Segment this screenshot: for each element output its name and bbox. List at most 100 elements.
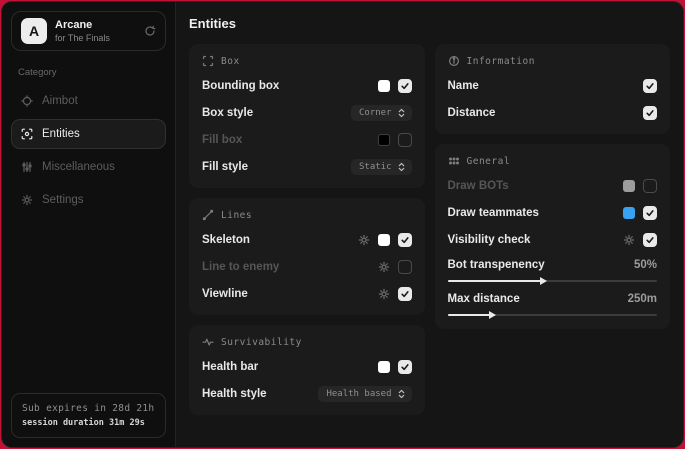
setting-label: Draw teammates xyxy=(448,207,539,219)
setting-row: Health bar xyxy=(202,359,412,375)
color-swatch[interactable] xyxy=(378,361,390,373)
sidebar-header: A Arcane for The Finals xyxy=(11,11,166,51)
sidebar-nav: Aimbot Entities Miscellaneous Settings xyxy=(11,86,166,215)
checkbox[interactable] xyxy=(398,360,412,374)
setting-row: Health style Health based xyxy=(202,386,412,402)
gear-icon xyxy=(21,194,33,206)
setting-label: Health style xyxy=(202,388,267,400)
category-label: Category xyxy=(18,67,166,78)
sidebar-item-entities[interactable]: Entities xyxy=(11,119,166,149)
session-duration-text: session duration 31m 29s xyxy=(22,418,155,428)
gear-icon[interactable] xyxy=(358,234,370,246)
checkbox[interactable] xyxy=(398,133,412,147)
panel-title: Lines xyxy=(221,210,252,221)
setting-label: Max distance xyxy=(448,293,520,305)
setting-row: Fill box xyxy=(202,132,412,148)
sidebar-item-label: Settings xyxy=(42,194,84,206)
setting-controls xyxy=(623,206,657,220)
panel-header: Information xyxy=(448,55,658,67)
setting-row: Visibility check xyxy=(448,232,658,248)
sidebar-item-settings[interactable]: Settings xyxy=(11,185,166,215)
info-icon xyxy=(448,55,460,67)
color-swatch[interactable] xyxy=(623,180,635,192)
box-icon xyxy=(202,55,214,67)
setting-row: Line to enemy xyxy=(202,259,412,275)
setting-controls xyxy=(378,360,412,374)
app-logo: A xyxy=(21,18,47,44)
setting-row: Box styleCorner xyxy=(202,105,412,121)
panel-lines: LinesSkeletonLine to enemyViewline xyxy=(189,198,425,315)
gear-icon[interactable] xyxy=(623,234,635,246)
setting-row: Distance xyxy=(448,105,658,121)
setting-controls xyxy=(643,79,657,93)
setting-controls: Health based xyxy=(318,386,411,402)
app-meta: Arcane for The Finals xyxy=(55,19,110,43)
slider[interactable] xyxy=(448,280,658,282)
setting-label: Line to enemy xyxy=(202,261,279,273)
checkbox[interactable] xyxy=(643,179,657,193)
panel-header: Survivability xyxy=(202,336,412,348)
gear-icon[interactable] xyxy=(378,261,390,273)
setting-label: Name xyxy=(448,80,479,92)
slider-value: 250m xyxy=(628,293,657,305)
panel-information: Information Name Distance xyxy=(435,44,671,134)
setting-row: Name xyxy=(448,78,658,94)
app-window: A Arcane for The Finals Category Aimbot E… xyxy=(1,1,684,448)
gear-icon[interactable] xyxy=(378,288,390,300)
checkbox[interactable] xyxy=(643,106,657,120)
setting-controls xyxy=(378,260,412,274)
checkbox[interactable] xyxy=(398,287,412,301)
slider-setting: Bot transpenency50% xyxy=(448,259,658,282)
color-swatch[interactable] xyxy=(378,80,390,92)
panel-header: Box xyxy=(202,55,412,67)
unfold-icon xyxy=(397,162,406,172)
panel-title: Information xyxy=(467,56,535,67)
setting-controls xyxy=(378,133,412,147)
unfold-icon xyxy=(397,389,406,399)
setting-label: Health bar xyxy=(202,361,258,373)
setting-label: Fill box xyxy=(202,134,242,146)
slider-setting: Max distance 250m xyxy=(448,293,658,316)
app-title: Arcane xyxy=(55,19,110,31)
dropdown-value: Corner xyxy=(359,108,392,118)
checkbox[interactable] xyxy=(398,79,412,93)
setting-label: Bounding box xyxy=(202,80,279,92)
setting-row: Fill styleStatic xyxy=(202,159,412,175)
setting-label: Viewline xyxy=(202,288,248,300)
slider-thumb[interactable] xyxy=(540,277,547,285)
setting-controls: Corner xyxy=(351,105,412,121)
setting-label: Draw BOTs xyxy=(448,180,509,192)
sidebar-item-aimbot[interactable]: Aimbot xyxy=(11,86,166,116)
sidebar-item-miscellaneous[interactable]: Miscellaneous xyxy=(11,152,166,182)
unfold-icon xyxy=(397,108,406,118)
setting-row: Viewline xyxy=(202,286,412,302)
panel-general: General Draw BOTs Draw teammates Visibility… xyxy=(435,144,671,329)
slider-thumb[interactable] xyxy=(489,311,496,319)
setting-label: Visibility check xyxy=(448,234,531,246)
color-swatch[interactable] xyxy=(378,134,390,146)
dropdown[interactable]: Health based xyxy=(318,386,411,402)
setting-controls xyxy=(378,79,412,93)
dropdown-value: Static xyxy=(359,162,392,172)
checkbox[interactable] xyxy=(398,233,412,247)
checkbox[interactable] xyxy=(643,206,657,220)
sidebar-item-label: Entities xyxy=(42,128,80,140)
panel-title: General xyxy=(467,156,511,167)
sliders-icon xyxy=(21,161,33,173)
panel-title: Survivability xyxy=(221,337,302,348)
dropdown[interactable]: Corner xyxy=(351,105,412,121)
page-title: Entities xyxy=(189,16,670,31)
setting-row: Draw BOTs xyxy=(448,178,658,194)
setting-controls xyxy=(643,106,657,120)
panel-header: Lines xyxy=(202,209,412,221)
dropdown[interactable]: Static xyxy=(351,159,412,175)
color-swatch[interactable] xyxy=(378,234,390,246)
setting-row: Draw teammates xyxy=(448,205,658,221)
slider[interactable] xyxy=(448,314,658,316)
checkbox[interactable] xyxy=(643,233,657,247)
checkbox[interactable] xyxy=(643,79,657,93)
refresh-icon[interactable] xyxy=(144,25,156,37)
checkbox[interactable] xyxy=(398,260,412,274)
color-swatch[interactable] xyxy=(623,207,635,219)
left-column: Box Bounding box Box styleCorner Fill box Fi… xyxy=(189,44,425,415)
